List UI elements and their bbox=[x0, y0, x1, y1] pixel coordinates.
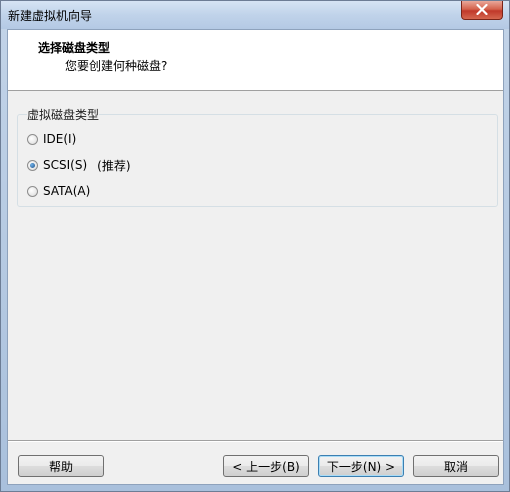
next-button[interactable]: 下一步(N) > bbox=[318, 455, 404, 477]
radio-scsi[interactable]: SCSI(S) (推荐) bbox=[27, 157, 131, 173]
cancel-button[interactable]: 取消 bbox=[413, 455, 499, 477]
window-title: 新建虚拟机向导 bbox=[8, 9, 93, 23]
close-icon bbox=[476, 4, 488, 15]
help-button[interactable]: 帮助 bbox=[18, 455, 104, 477]
wizard-header: 选择磁盘类型 您要创建何种磁盘? bbox=[8, 30, 503, 91]
radio-ide-label[interactable]: IDE(I) bbox=[43, 132, 76, 146]
radio-sata[interactable]: SATA(A) bbox=[27, 183, 90, 199]
radio-scsi-label[interactable]: SCSI(S) bbox=[43, 158, 87, 172]
radio-sata-label[interactable]: SATA(A) bbox=[43, 184, 90, 198]
groupbox-label: 虚拟磁盘类型 bbox=[27, 106, 100, 123]
wizard-window: 新建虚拟机向导 选择磁盘类型 您要创建何种磁盘? 虚拟磁盘类型 IDE(I) S… bbox=[0, 0, 510, 492]
wizard-content: 选择磁盘类型 您要创建何种磁盘? 虚拟磁盘类型 IDE(I) SCSI(S) (… bbox=[7, 29, 504, 485]
recommended-note: (推荐) bbox=[97, 158, 131, 173]
close-button[interactable] bbox=[461, 1, 503, 20]
radio-ide[interactable]: IDE(I) bbox=[27, 131, 76, 147]
page-title: 选择磁盘类型 bbox=[38, 41, 111, 55]
radio-sata-button[interactable] bbox=[27, 185, 38, 197]
title-bar: 新建虚拟机向导 bbox=[1, 1, 509, 29]
footer-separator bbox=[8, 440, 503, 442]
back-button[interactable]: < 上一步(B) bbox=[223, 455, 309, 477]
radio-scsi-button[interactable] bbox=[27, 159, 38, 171]
radio-ide-button[interactable] bbox=[27, 133, 38, 145]
page-subtitle: 您要创建何种磁盘? bbox=[65, 59, 168, 73]
